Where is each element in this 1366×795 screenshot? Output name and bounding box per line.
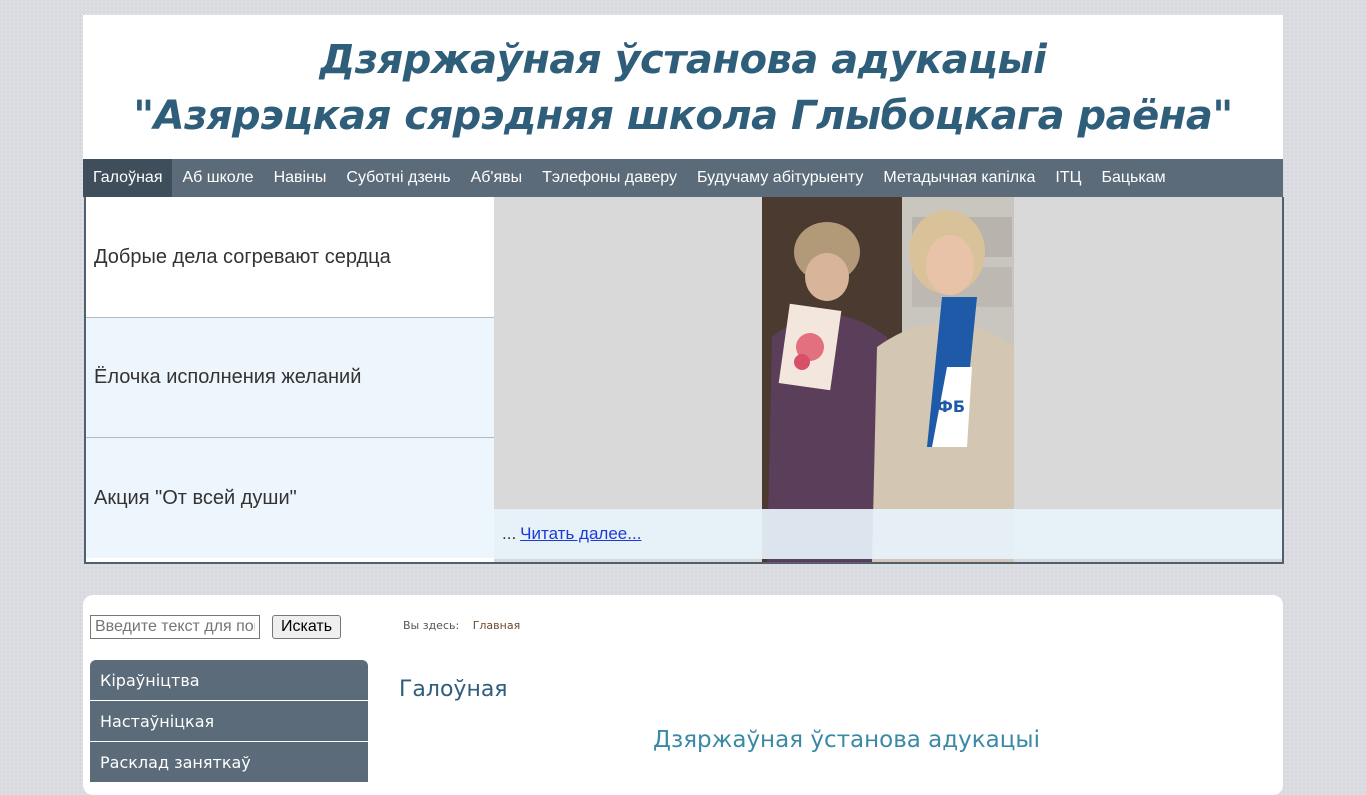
slider-item[interactable]: Добрые дела согревают сердца [86, 197, 494, 318]
slider-item[interactable]: Ёлочка исполнения желаний [86, 318, 494, 438]
nav-item-home[interactable]: Галоўная [83, 159, 173, 197]
breadcrumb: Вы здесь: Главная [403, 619, 520, 632]
news-slider: Добрые дела согревают сердца Ёлочка испо… [84, 197, 1284, 564]
site-title-line1: Дзяржаўная ўстанова адукацыі [319, 37, 1047, 83]
search-button[interactable]: Искать [272, 615, 342, 639]
breadcrumb-label: Вы здесь: [403, 619, 460, 632]
side-menu: Кіраўніцтва Настаўніцкая Расклад занятка… [90, 660, 368, 783]
side-menu-item[interactable]: Настаўніцкая [90, 701, 368, 741]
read-more-link[interactable]: Читать далее... [520, 524, 641, 544]
svg-text:ФБ: ФБ [937, 397, 965, 416]
caption-ellipsis: ... [502, 524, 517, 543]
site-title-line2: "Азярэцкая сярэдняя школа Глыбоцкага раё… [133, 93, 1233, 139]
search-input[interactable] [90, 615, 260, 639]
site-header: Дзяржаўная ўстанова адукацыі "Азярэцкая … [83, 15, 1283, 159]
slider-caption: ... Читать далее... [494, 509, 1282, 559]
nav-item-parents[interactable]: Бацькам [1091, 159, 1175, 197]
side-menu-item[interactable]: Расклад заняткаў [90, 742, 368, 782]
slider-item[interactable]: Акция "От всей души" [86, 438, 494, 558]
nav-item-applicants[interactable]: Будучаму абітурыенту [687, 159, 873, 197]
nav-item-helpline[interactable]: Тэлефоны даверу [532, 159, 687, 197]
photo-illustration: ФБ [762, 197, 1014, 562]
slider-photo: ФБ [762, 197, 1014, 562]
side-menu-item[interactable]: Кіраўніцтва [90, 660, 368, 700]
slider-item-list: Добрые дела согревают сердца Ёлочка испо… [86, 197, 494, 562]
nav-item-about[interactable]: Аб школе [172, 159, 263, 197]
page-subtitle: Дзяржаўная ўстанова адукацыі [653, 727, 1040, 753]
nav-item-news[interactable]: Навіны [264, 159, 337, 197]
slider-image-area[interactable]: ФБ ... Читать далее... [494, 197, 1282, 562]
nav-item-itc[interactable]: ІТЦ [1045, 159, 1091, 197]
nav-item-announcements[interactable]: Аб'явы [461, 159, 533, 197]
nav-item-methodical[interactable]: Метадычная капілка [873, 159, 1045, 197]
content-area: Искать Кіраўніцтва Настаўніцкая Расклад … [83, 595, 1283, 795]
page-title: Галоўная [399, 677, 508, 702]
main-nav: Галоўная Аб школе Навіны Суботні дзень А… [83, 159, 1283, 197]
breadcrumb-current[interactable]: Главная [473, 619, 521, 632]
nav-item-saturday[interactable]: Суботні дзень [336, 159, 460, 197]
